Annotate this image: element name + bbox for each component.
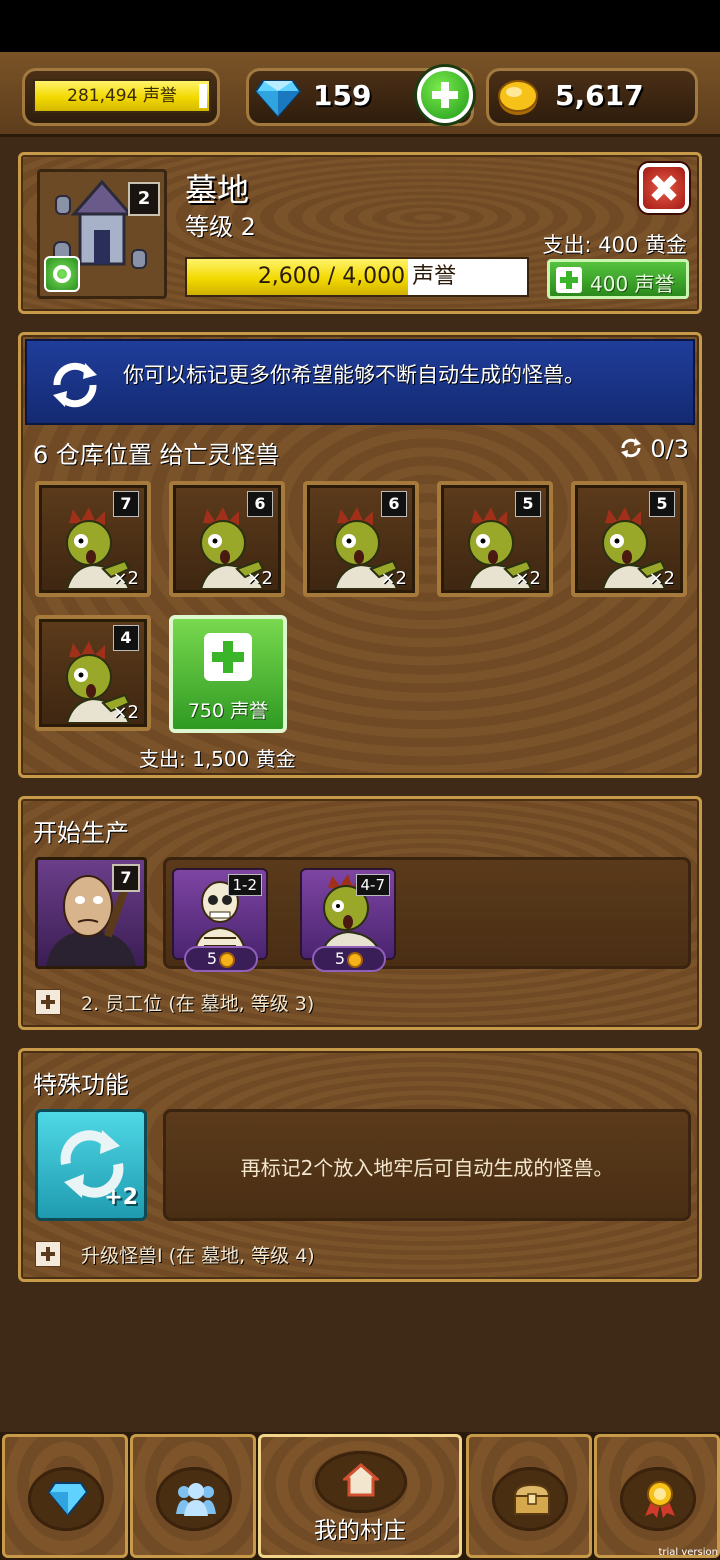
watermark: trial version bbox=[658, 1547, 718, 1558]
queue-level-range: 1-2 bbox=[227, 874, 262, 896]
storage-panel: 你可以标记更多你希望能够不断自动生成的怪兽。 6 仓库位置 给亡灵怪兽 0/3 … bbox=[18, 332, 702, 778]
special-feature-icon[interactable]: +2 bbox=[35, 1109, 147, 1221]
add-slot-label: 750 声誉 bbox=[187, 700, 269, 722]
gold-counter: 5,617 bbox=[486, 68, 698, 126]
monster-count: ×2 bbox=[514, 568, 541, 589]
gear-icon bbox=[53, 265, 71, 283]
nav-people[interactable] bbox=[130, 1434, 256, 1558]
building-level-text: 等级 2 bbox=[185, 213, 256, 241]
nav-chest[interactable] bbox=[466, 1434, 592, 1558]
medal-icon bbox=[645, 1481, 675, 1518]
buy-gems-button[interactable] bbox=[417, 67, 473, 123]
reputation-value: 281,494 声誉 bbox=[67, 86, 177, 106]
cycle-icon bbox=[53, 362, 97, 408]
auto-count-value: 0/3 bbox=[650, 435, 689, 463]
storage-title: 6 仓库位置 给亡灵怪兽 bbox=[33, 441, 280, 469]
monster-slot[interactable]: 7 ×2 bbox=[35, 481, 151, 597]
building-name: 墓地 bbox=[185, 171, 250, 209]
special-panel: 特殊功能 +2 再标记2个放入地牢后可自动生成的怪兽。 升级怪兽I (在 墓地,… bbox=[18, 1048, 702, 1282]
people-icon bbox=[176, 1483, 216, 1516]
building-expense: 支出: 400 黄金 bbox=[542, 233, 687, 257]
production-title: 开始生产 bbox=[33, 819, 129, 847]
resource-header: 281,494 声誉 159 5,617 bbox=[0, 52, 720, 137]
queue-item-zombie[interactable]: 4-7 5 bbox=[300, 868, 396, 972]
nav-shop[interactable] bbox=[2, 1434, 128, 1558]
queue-level-range: 4-7 bbox=[355, 874, 390, 896]
special-title: 特殊功能 bbox=[33, 1071, 129, 1099]
add-worker-icon[interactable] bbox=[35, 989, 61, 1015]
monster-level-badge: 4 bbox=[113, 625, 139, 651]
monster-count: ×2 bbox=[246, 568, 273, 589]
worker-slot-note: 2. 员工位 (在 墓地, 等级 3) bbox=[81, 993, 315, 1015]
status-strip bbox=[0, 0, 720, 52]
queue-cost: 5 bbox=[312, 946, 386, 972]
upgrade-button[interactable]: 400 声誉 bbox=[547, 259, 689, 299]
special-description: 再标记2个放入地牢后可自动生成的怪兽。 bbox=[240, 1156, 614, 1180]
worker-portrait[interactable]: 7 bbox=[35, 857, 147, 969]
monster-count: ×2 bbox=[112, 568, 139, 589]
close-button[interactable] bbox=[639, 163, 689, 213]
info-banner: 你可以标记更多你希望能够不断自动生成的怪兽。 bbox=[25, 339, 695, 425]
production-panel: 开始生产 7 1-2 5 4-7 5 2. 员工位 (在 墓地, 等级 3) bbox=[18, 796, 702, 1030]
monster-slot[interactable]: 5 ×2 bbox=[437, 481, 553, 597]
upgrade-button-label: 400 声誉 bbox=[590, 272, 675, 296]
monster-count: ×2 bbox=[648, 568, 675, 589]
gem-icon bbox=[255, 80, 301, 117]
graveyard-thumbnail[interactable]: 2 bbox=[37, 169, 167, 299]
add-upgrade-icon[interactable] bbox=[35, 1241, 61, 1267]
plus-icon bbox=[204, 633, 252, 681]
nav-achievements[interactable] bbox=[594, 1434, 720, 1558]
gem-counter: 159 bbox=[246, 67, 474, 126]
monster-slot[interactable]: 4 ×2 bbox=[35, 615, 151, 731]
progress-text: 2,600 / 4,000 声誉 bbox=[257, 264, 457, 289]
cycle-small-icon bbox=[620, 438, 641, 458]
monster-level-badge: 5 bbox=[649, 491, 675, 517]
monster-count: ×2 bbox=[380, 568, 407, 589]
auto-counter: 0/3 bbox=[619, 435, 689, 463]
nav-my-village-label: 我的村庄 bbox=[314, 1518, 406, 1544]
settings-gear-button[interactable] bbox=[44, 256, 80, 292]
monster-level-badge: 6 bbox=[381, 491, 407, 517]
queue-item-skeleton[interactable]: 1-2 5 bbox=[172, 868, 268, 972]
monster-slot[interactable]: 6 ×2 bbox=[169, 481, 285, 597]
reputation-progress-bar: 2,600 / 4,000 声誉 bbox=[185, 257, 529, 297]
gem-icon bbox=[48, 1482, 88, 1516]
monster-count: ×2 bbox=[112, 702, 139, 723]
special-icon-badge: +2 bbox=[104, 1185, 138, 1210]
add-storage-slot-button[interactable]: 750 声誉 bbox=[169, 615, 287, 733]
worker-level-badge: 7 bbox=[112, 864, 140, 892]
upgrade-note: 升级怪兽I (在 墓地, 等级 4) bbox=[81, 1245, 315, 1267]
special-description-box: 再标记2个放入地牢后可自动生成的怪兽。 bbox=[163, 1109, 691, 1221]
coin-icon bbox=[498, 80, 538, 115]
production-queue: 1-2 5 4-7 5 bbox=[163, 857, 691, 972]
plus-icon bbox=[556, 267, 582, 293]
chest-icon bbox=[513, 1483, 551, 1515]
reputation-bar: 281,494 声誉 bbox=[33, 79, 211, 113]
monster-level-badge: 5 bbox=[515, 491, 541, 517]
building-panel: 2 墓地 等级 2 支出: 400 黄金 2,600 / 4,000 声誉 40… bbox=[18, 152, 702, 314]
coin-icon bbox=[347, 951, 364, 968]
monster-slot[interactable]: 5 ×2 bbox=[571, 481, 687, 597]
building-level-badge: 2 bbox=[128, 182, 160, 216]
storage-expense: 支出: 1,500 黄金 bbox=[139, 747, 296, 771]
gem-value: 159 bbox=[313, 79, 372, 112]
monster-level-badge: 7 bbox=[113, 491, 139, 517]
queue-cost: 5 bbox=[184, 946, 258, 972]
banner-text: 你可以标记更多你希望能够不断自动生成的怪兽。 bbox=[123, 363, 585, 387]
monster-level-badge: 6 bbox=[247, 491, 273, 517]
bottom-navigation: 我的村庄 bbox=[0, 1432, 720, 1560]
gold-value: 5,617 bbox=[555, 79, 644, 112]
nav-my-village[interactable]: 我的村庄 bbox=[258, 1434, 462, 1558]
monster-slot[interactable]: 6 ×2 bbox=[303, 481, 419, 597]
reputation-counter: 281,494 声誉 bbox=[22, 68, 220, 126]
house-icon bbox=[343, 1463, 379, 1497]
coin-icon bbox=[219, 951, 236, 968]
